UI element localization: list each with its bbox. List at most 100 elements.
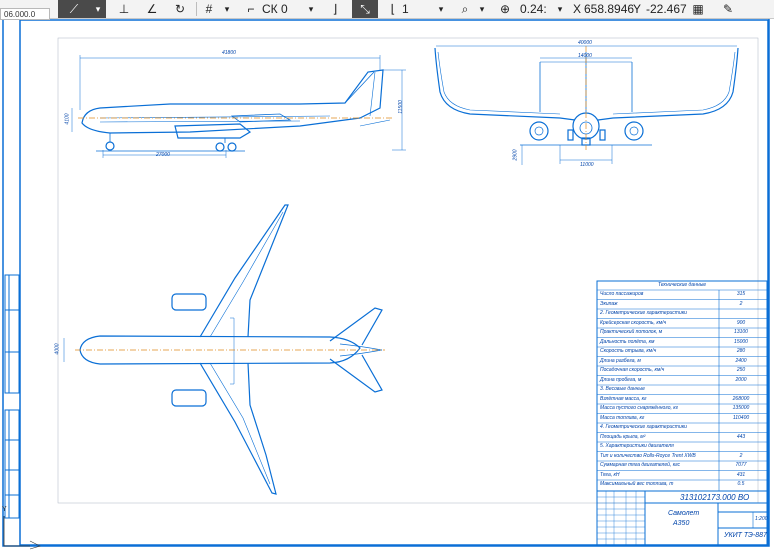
dropdown-arrow-icon[interactable]: ▾ xyxy=(90,0,106,18)
y-coordinate-field[interactable]: -22.467 xyxy=(646,0,687,18)
spec-row-value: 2 xyxy=(739,300,743,307)
spec-row: 4. Геометрические характеристики xyxy=(597,423,767,432)
spec-row-name: Тяга, кН xyxy=(600,471,620,478)
line-style-select[interactable]: 1 xyxy=(402,0,432,18)
dim-side-length: 41800 xyxy=(222,50,236,56)
spec-row: Крейсерская скорость, км/ч 900 xyxy=(597,319,767,328)
zoom-value-dropdown-icon[interactable]: ▾ xyxy=(554,0,566,18)
zoom-dropdown-icon[interactable]: ▾ xyxy=(476,0,488,18)
angle-snap-icon[interactable]: ∠ xyxy=(140,0,164,18)
spec-row-name: Число пассажиров xyxy=(600,291,644,297)
dim-top-width: 4000 xyxy=(54,343,61,355)
spec-row-value: 315 xyxy=(736,291,746,297)
coordinate-system-dropdown-icon[interactable]: ▾ xyxy=(304,0,318,18)
zoom-window-icon[interactable]: ⌕ xyxy=(456,0,474,18)
spec-row: Длина пробега, м 2000 xyxy=(597,376,767,385)
spec-row-name: Площадь крыла, м² xyxy=(600,433,646,440)
spec-row-name: 2. Геометрические характеристики xyxy=(600,310,687,316)
spec-row: Практический потолок, м 13100 xyxy=(597,328,767,337)
drawing-name-line2: A350 xyxy=(673,520,690,527)
spec-row: Экипаж 2 xyxy=(597,300,767,309)
front-dims xyxy=(436,45,737,165)
dim-front-track: 11000 xyxy=(580,162,594,168)
properties-icon[interactable]: ▦ xyxy=(690,0,706,18)
toolbar: ⟋ ▾ ⊥ ∠ ↻ # ▾ ⌐ СК 0 ▾ ⌋ ⤡ ⌊ 1 ▾ ⌕ ▾ ⊕ 0… xyxy=(0,0,774,19)
dim-side-gear-base: 27000 xyxy=(156,152,170,158)
spec-row-name: Крейсерская скорость, км/ч xyxy=(600,319,667,326)
top-view xyxy=(79,204,383,495)
dim-front-span: 40000 xyxy=(578,40,592,46)
spec-row-name: Взлётная масса, кг xyxy=(600,395,647,402)
zoom-icon[interactable]: ⊕ xyxy=(496,0,514,18)
side-view xyxy=(81,69,391,152)
line-style-dropdown-icon[interactable]: ▾ xyxy=(434,0,448,18)
spec-row-value: 2 xyxy=(739,452,743,459)
document-tab[interactable]: 06.000.0 xyxy=(0,8,50,20)
spec-row-name: Длина разбега, м xyxy=(600,357,641,364)
spec-row: Дальность полёта, км 15000 xyxy=(597,338,767,347)
doc-number: 313102173.000 ВО xyxy=(680,493,750,502)
spec-row-name: Практический потолок, м xyxy=(600,329,663,335)
y-coordinate-label: Y xyxy=(632,2,641,16)
drawing-name-line1: Самолет xyxy=(668,510,700,517)
spec-row: Площадь крыла, м² 443 xyxy=(597,433,767,442)
spec-row: Суммарная тяга двигателей, кгс 7077 xyxy=(597,461,767,470)
coordinate-system-select[interactable]: СК 0 xyxy=(262,0,302,18)
spec-row-value: 268000 xyxy=(732,395,750,402)
dim-side-fuselage-h: 4100 xyxy=(64,113,71,125)
spec-row-value: 900 xyxy=(736,319,746,326)
spec-row-name: 5. Характеристики двигателя xyxy=(600,443,674,449)
spec-row: Тип и количество Rolls-Royce Trent XWB 2 xyxy=(597,452,767,461)
dim-side-height: 11500 xyxy=(397,100,404,114)
spec-row-name: Суммарная тяга двигателей, кгс xyxy=(600,462,680,468)
spec-table-title: Технические данные xyxy=(657,282,707,288)
spec-row-name: Масса топлива, кг xyxy=(600,414,645,421)
snap-icon[interactable]: ⤡ xyxy=(352,0,378,18)
dim-front-ground: 2900 xyxy=(512,149,519,161)
spec-row-name: Посадочная скорость, км/ч xyxy=(600,367,665,373)
spec-table: Технические данные Число пассажиров 315 Эк… xyxy=(597,281,767,491)
ucs-icon xyxy=(3,516,30,547)
spec-row: Взлётная масса, кг 268000 xyxy=(597,395,767,404)
spec-row: 3. Весовые данные xyxy=(597,385,767,394)
spec-row: 2. Геометрические характеристики xyxy=(597,309,767,318)
line-style-icon[interactable]: ⌊ xyxy=(386,0,400,18)
spec-row-value: 2000 xyxy=(735,376,747,383)
spec-row-name: Длина пробега, м xyxy=(600,376,642,383)
rotate-icon[interactable]: ↻ xyxy=(168,0,192,18)
spec-row: Число пассажиров 315 xyxy=(597,290,767,299)
spec-row-value: 110400 xyxy=(732,414,750,421)
spec-row-name: Масса пустого снаряжённого, кг xyxy=(600,405,679,411)
orthogonal-icon[interactable]: ⊥ xyxy=(112,0,136,18)
spec-row-value: 13100 xyxy=(734,329,748,335)
x-coordinate-field[interactable]: 658.8946 xyxy=(584,0,634,18)
front-view xyxy=(434,47,739,146)
ucs-y-label: Y xyxy=(2,506,7,513)
spec-row: Посадочная скорость, км/ч 250 xyxy=(597,366,767,375)
layer-manager-icon[interactable]: ⟋ xyxy=(58,0,90,18)
spec-row-name: Тип и количество Rolls-Royce Trent XWB xyxy=(600,452,696,459)
coordinate-system-icon[interactable]: ⌐ xyxy=(242,0,260,18)
spec-row: Масса топлива, кг 110400 xyxy=(597,414,767,423)
spec-row: Скорость отрыва, км/ч 280 xyxy=(597,347,767,356)
spec-row-value: 443 xyxy=(736,433,746,440)
spec-row-name: Максимальный вес топлива, т xyxy=(600,481,674,487)
spec-row-value: 0.5 xyxy=(737,481,745,487)
spec-row-name: 4. Геометрические характеристики xyxy=(600,424,687,430)
spec-row-value: 2400 xyxy=(735,357,747,364)
left-stamp xyxy=(4,274,20,519)
spec-row-value: 250 xyxy=(736,367,746,373)
spec-row-value: 431 xyxy=(736,471,746,478)
organization: УКИТ ТЭ-887 xyxy=(724,532,767,539)
spec-row-name: Дальность полёта, км xyxy=(600,338,655,345)
pen-icon[interactable]: ✎ xyxy=(720,0,736,18)
tangent-icon[interactable]: ⌋ xyxy=(326,0,344,18)
scale-value: 1:200 xyxy=(755,516,768,522)
zoom-input[interactable]: 0.24: xyxy=(520,0,554,18)
spec-row-value: 135000 xyxy=(732,405,750,411)
spec-row-value: 280 xyxy=(736,348,746,354)
grid-icon[interactable]: # xyxy=(198,0,220,18)
spec-row: Тяга, кН 431 xyxy=(597,471,767,480)
grid-dropdown-icon[interactable]: ▾ xyxy=(220,0,234,18)
spec-row-value: 7077 xyxy=(735,462,747,468)
